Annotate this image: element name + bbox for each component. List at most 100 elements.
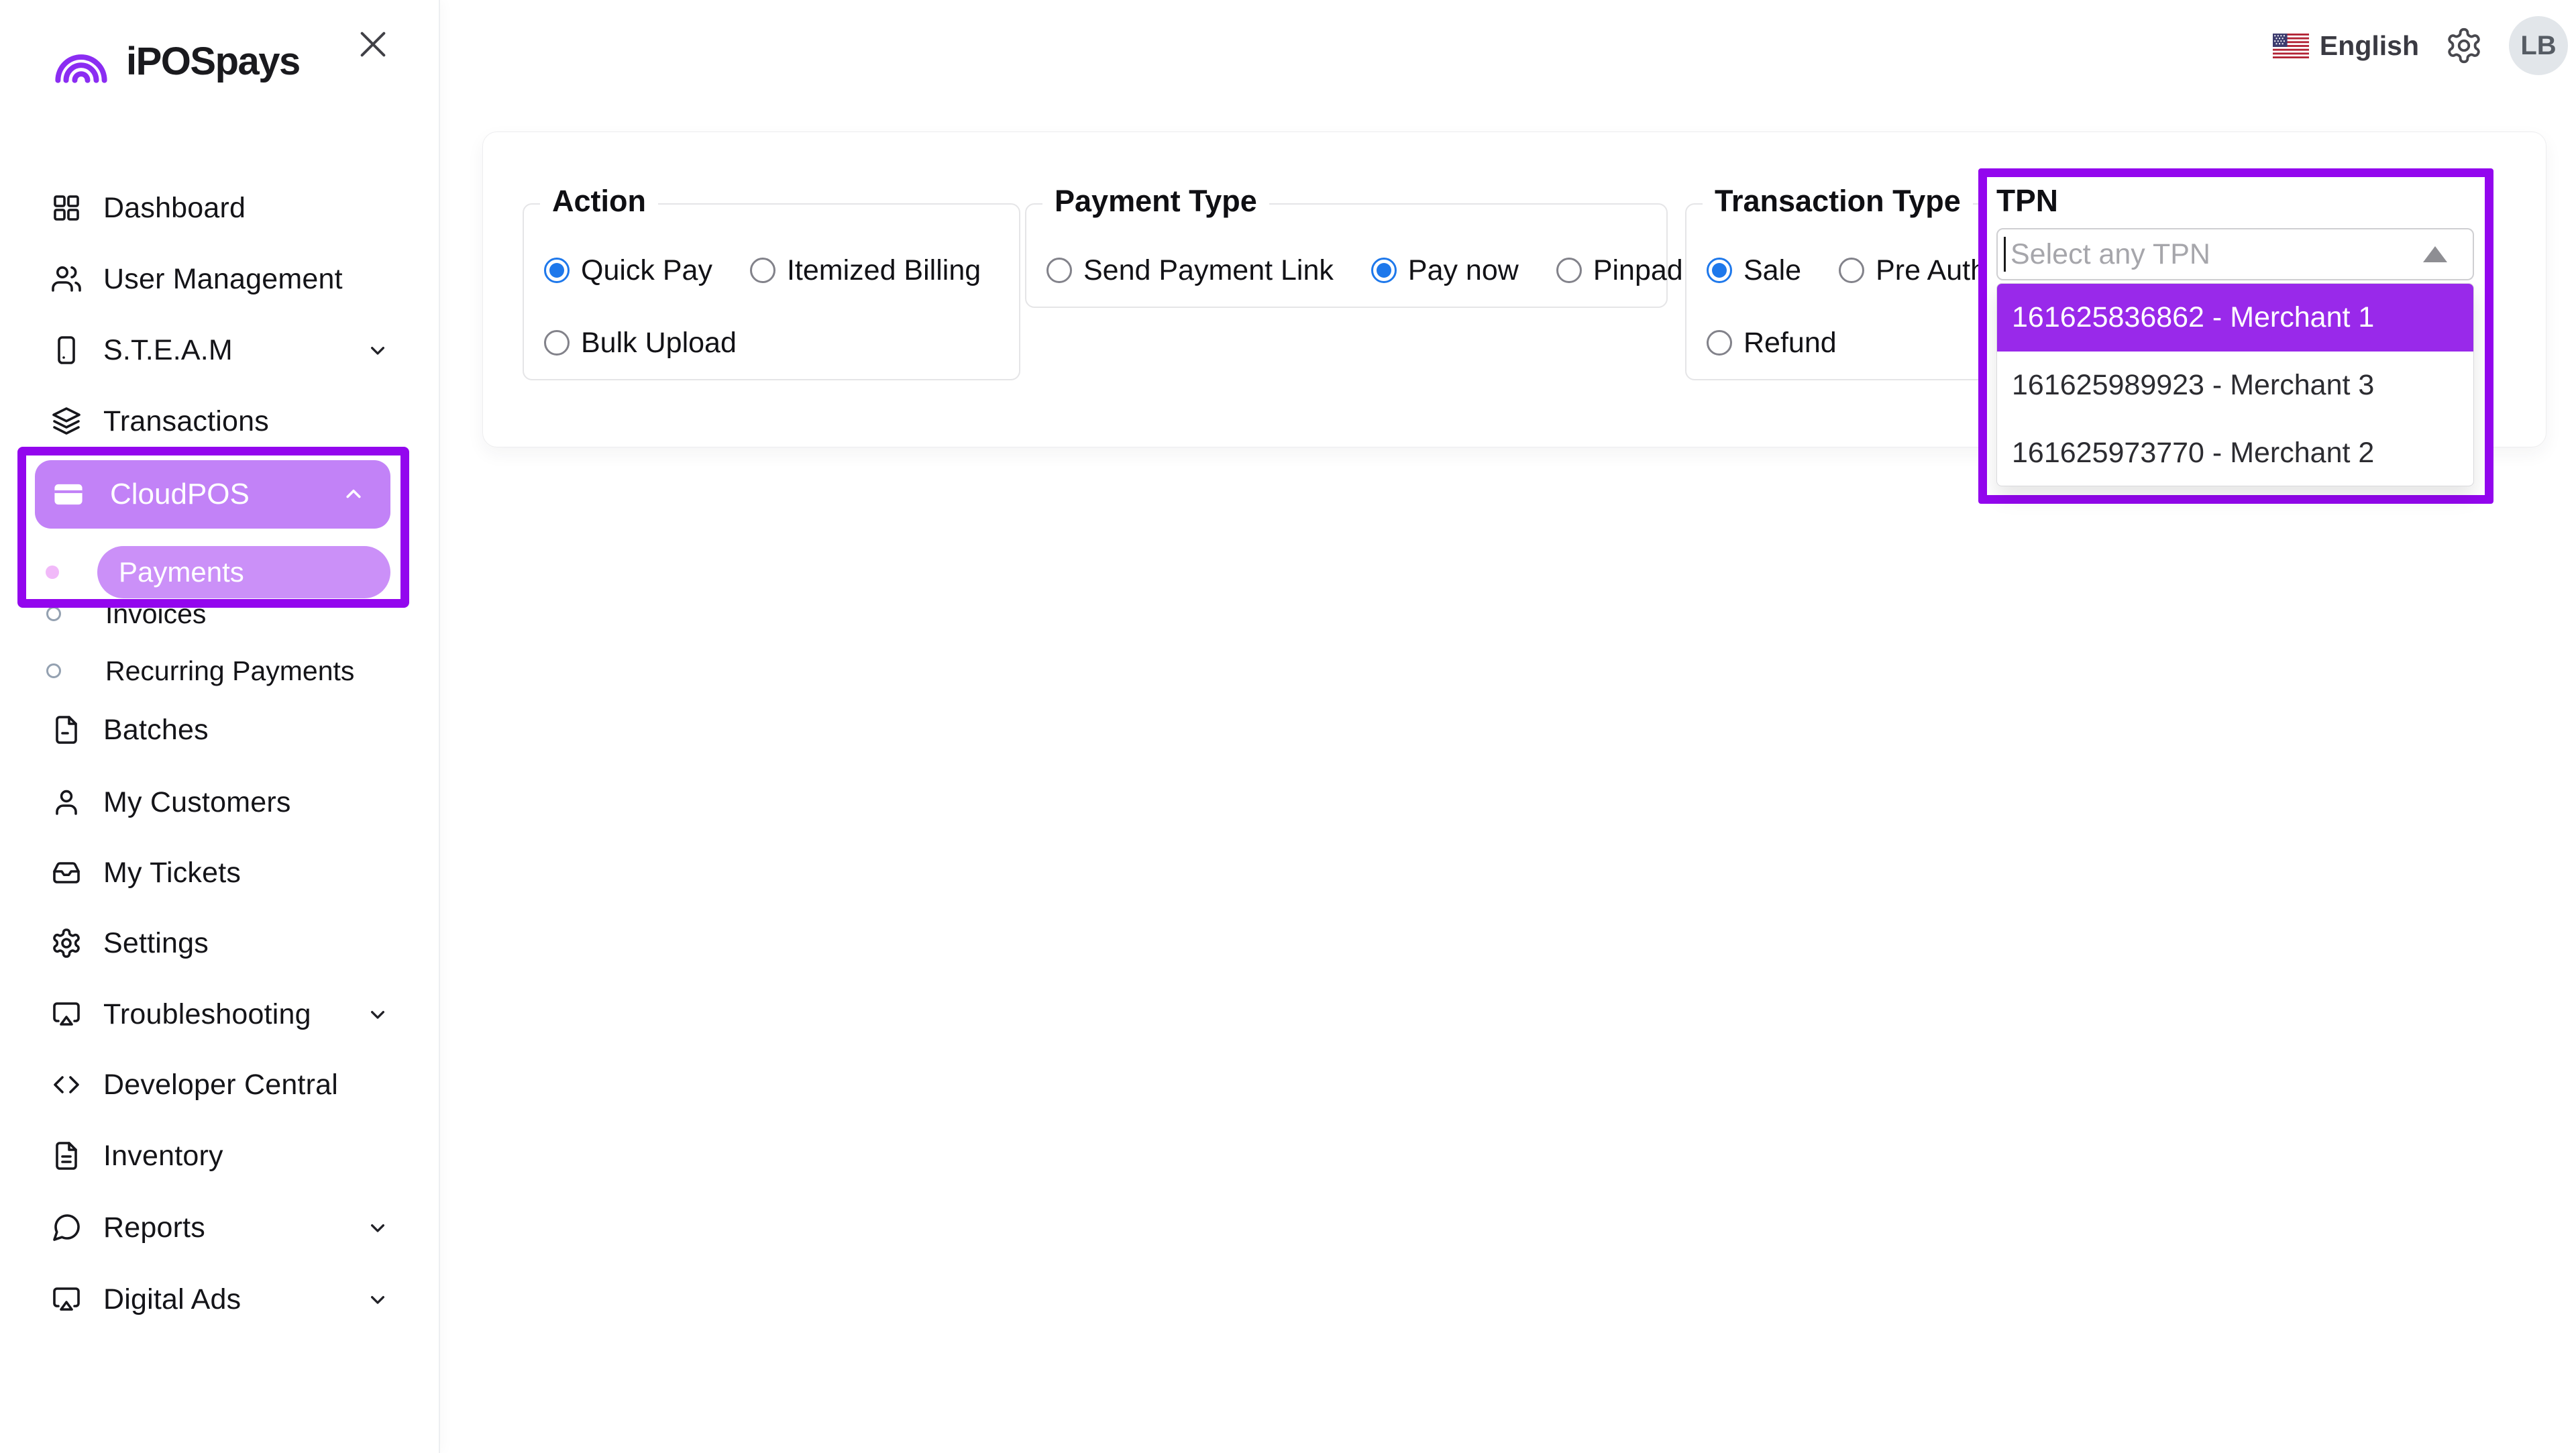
language-selector[interactable]: English xyxy=(2273,30,2419,62)
ipospays-app: { "app": { "logo_text": "iPOSpays" }, "t… xyxy=(0,0,2576,1453)
radio-unselected-icon xyxy=(750,258,775,283)
radio-pinpad[interactable]: Pinpad xyxy=(1556,254,1683,287)
chevron-down-icon xyxy=(364,337,391,364)
tpn-option-merchant-1[interactable]: 161625836862 - Merchant 1 xyxy=(1997,284,2473,352)
chevron-down-icon xyxy=(364,1214,391,1241)
sidebar-item-label: Reports xyxy=(103,1212,205,1244)
sidebar-item-cloudpos[interactable]: CloudPOS xyxy=(35,460,390,529)
sidebar-item-inventory[interactable]: Inventory xyxy=(0,1124,437,1188)
chevron-up-icon xyxy=(339,480,368,508)
sidebar-item-label: CloudPOS xyxy=(110,478,250,511)
radio-quick-pay[interactable]: Quick Pay xyxy=(544,254,712,287)
topbar: English LB xyxy=(2273,13,2568,78)
sidebar-item-label: Payments xyxy=(119,556,244,588)
sidebar-item-dashboard[interactable]: Dashboard xyxy=(0,176,437,240)
screen-alert-icon xyxy=(50,998,83,1031)
dropdown-collapse-arrow-icon xyxy=(2423,246,2447,262)
user-icon xyxy=(50,786,83,819)
close-sidebar-icon[interactable] xyxy=(354,25,392,63)
sidebar-item-label: Digital Ads xyxy=(103,1283,241,1316)
sidebar-item-reports[interactable]: Reports xyxy=(0,1195,437,1260)
layers-icon xyxy=(50,405,83,438)
tpn-placeholder: Select any TPN xyxy=(2010,238,2210,271)
sidebar: iPOSpays Dashboard User Management S.T. xyxy=(0,0,440,1453)
sidebar-item-steam[interactable]: S.T.E.A.M xyxy=(0,318,437,382)
sidebar-item-user-management[interactable]: User Management xyxy=(0,247,437,311)
transaction-type-legend: Transaction Type xyxy=(1703,184,1973,219)
radio-itemized-billing[interactable]: Itemized Billing xyxy=(750,254,981,287)
sidebar-item-payments[interactable]: Payments xyxy=(97,546,390,598)
tpn-option-merchant-3[interactable]: 161625989923 - Merchant 3 xyxy=(1997,352,2473,419)
radio-selected-icon xyxy=(544,258,570,283)
logo-text: iPOSpays xyxy=(126,39,300,84)
us-flag-icon xyxy=(2273,34,2309,58)
tpn-select-input[interactable]: Select any TPN xyxy=(1996,228,2474,280)
action-fieldset: Action Quick Pay Itemized Billing Bulk U… xyxy=(523,203,1020,380)
tpn-dropdown-list: 161625836862 - Merchant 1 161625989923 -… xyxy=(1996,283,2474,486)
sidebar-item-label: Batches xyxy=(103,714,209,747)
radio-unselected-icon xyxy=(1556,258,1582,283)
avatar-initials: LB xyxy=(2520,31,2556,61)
radio-unselected-icon xyxy=(1707,330,1732,356)
gear-icon xyxy=(50,926,83,960)
payment-type-fieldset: Payment Type Send Payment Link Pay now P… xyxy=(1025,203,1668,308)
tpn-option-merchant-2[interactable]: 161625973770 - Merchant 2 xyxy=(1997,419,2473,486)
sub-item-bullet-icon xyxy=(46,663,61,678)
sidebar-item-label: Dashboard xyxy=(103,192,246,225)
sidebar-item-label: My Tickets xyxy=(103,857,241,890)
radio-pre-auth[interactable]: Pre Auth xyxy=(1839,254,1986,287)
logo: iPOSpays xyxy=(51,39,300,84)
user-avatar[interactable]: LB xyxy=(2509,16,2568,75)
radio-selected-icon xyxy=(1707,258,1732,283)
sidebar-item-label: Settings xyxy=(103,927,209,960)
sidebar-item-recurring-payments[interactable]: Recurring Payments xyxy=(0,644,437,698)
radio-bulk-upload[interactable]: Bulk Upload xyxy=(544,327,737,360)
text-caret xyxy=(2004,237,2006,272)
document-icon xyxy=(50,1139,83,1173)
chat-bubble-icon xyxy=(50,1211,83,1244)
sidebar-item-my-customers[interactable]: My Customers xyxy=(0,770,437,835)
card-icon xyxy=(51,477,86,512)
active-sub-item-bullet xyxy=(46,566,59,579)
sidebar-item-label: Developer Central xyxy=(103,1069,338,1101)
file-icon xyxy=(50,713,83,747)
sidebar-item-settings[interactable]: Settings xyxy=(0,911,437,975)
sidebar-item-troubleshooting[interactable]: Troubleshooting xyxy=(0,982,437,1046)
sidebar-item-label: Transactions xyxy=(103,405,269,438)
radio-pay-now[interactable]: Pay now xyxy=(1371,254,1519,287)
settings-gear-icon[interactable] xyxy=(2445,26,2483,65)
tpn-label: TPN xyxy=(1996,182,2058,219)
sidebar-item-developer-central[interactable]: Developer Central xyxy=(0,1053,437,1117)
language-label: English xyxy=(2320,30,2419,62)
sub-item-bullet-icon xyxy=(46,606,61,621)
sidebar-item-label: Inventory xyxy=(103,1140,223,1173)
radio-refund[interactable]: Refund xyxy=(1707,327,1837,360)
sidebar-item-transactions[interactable]: Transactions xyxy=(0,389,437,453)
screen-play-icon xyxy=(50,1283,83,1316)
payment-type-legend: Payment Type xyxy=(1042,184,1269,219)
grid-icon xyxy=(50,191,83,225)
sidebar-item-label: S.T.E.A.M xyxy=(103,334,233,367)
users-icon xyxy=(50,262,83,296)
sidebar-item-label: User Management xyxy=(103,263,343,296)
code-icon xyxy=(50,1068,83,1101)
sidebar-item-my-tickets[interactable]: My Tickets xyxy=(0,841,437,905)
logo-rainbow-icon xyxy=(51,40,111,84)
radio-unselected-icon xyxy=(1046,258,1072,283)
sidebar-item-label: My Customers xyxy=(103,786,291,819)
smartphone-icon xyxy=(50,333,83,367)
radio-sale[interactable]: Sale xyxy=(1707,254,1801,287)
sidebar-item-digital-ads[interactable]: Digital Ads xyxy=(0,1267,437,1332)
sidebar-item-label: Troubleshooting xyxy=(103,998,311,1031)
chevron-down-icon xyxy=(364,1001,391,1028)
sidebar-item-label: Invoices xyxy=(105,598,206,630)
radio-send-payment-link[interactable]: Send Payment Link xyxy=(1046,254,1334,287)
chevron-down-icon xyxy=(364,1286,391,1313)
tpn-annotation-box: TPN Select any TPN 161625836862 - Mercha… xyxy=(1978,168,2493,504)
inbox-icon xyxy=(50,856,83,890)
radio-unselected-icon xyxy=(544,330,570,356)
sidebar-item-batches[interactable]: Batches xyxy=(0,698,437,762)
sidebar-item-label: Recurring Payments xyxy=(105,655,354,687)
radio-unselected-icon xyxy=(1839,258,1864,283)
action-legend: Action xyxy=(540,184,658,219)
